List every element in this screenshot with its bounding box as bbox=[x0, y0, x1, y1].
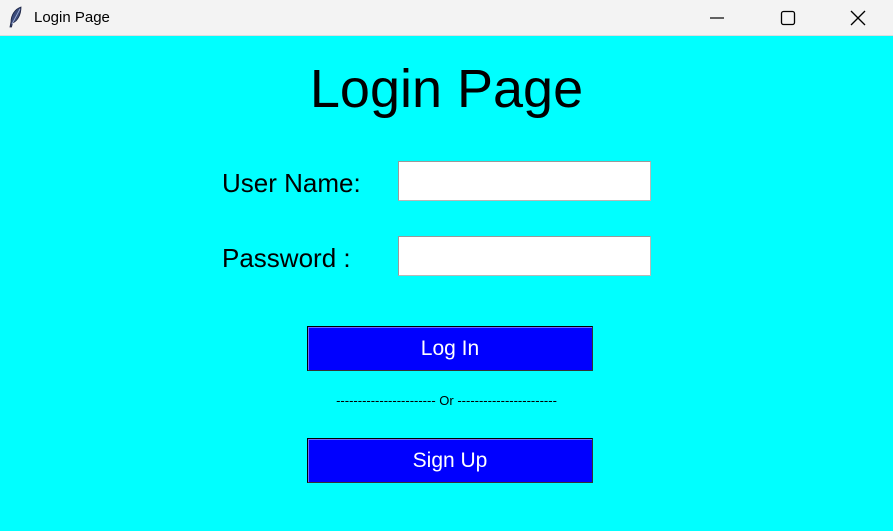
maximize-icon bbox=[780, 10, 796, 26]
app-window: Login Page Login Page User Name: Passwor… bbox=[0, 0, 893, 531]
close-icon bbox=[850, 10, 866, 26]
login-form: Login Page User Name: Password : Log In … bbox=[0, 36, 893, 531]
login-button[interactable]: Log In bbox=[307, 326, 593, 371]
password-label: Password : bbox=[222, 243, 351, 273]
maximize-button[interactable] bbox=[765, 0, 811, 36]
signup-button[interactable]: Sign Up bbox=[307, 438, 593, 483]
username-field[interactable] bbox=[398, 161, 651, 201]
window-title: Login Page bbox=[34, 9, 110, 26]
minimize-button[interactable] bbox=[694, 0, 740, 36]
password-field[interactable] bbox=[398, 236, 651, 276]
or-divider: ----------------------- Or -------------… bbox=[336, 393, 557, 408]
minimize-icon bbox=[710, 17, 724, 19]
page-title: Login Page bbox=[309, 59, 584, 119]
feather-icon bbox=[8, 6, 24, 28]
username-label: User Name: bbox=[222, 168, 361, 198]
title-bar[interactable]: Login Page bbox=[0, 0, 893, 36]
close-button[interactable] bbox=[835, 0, 881, 36]
